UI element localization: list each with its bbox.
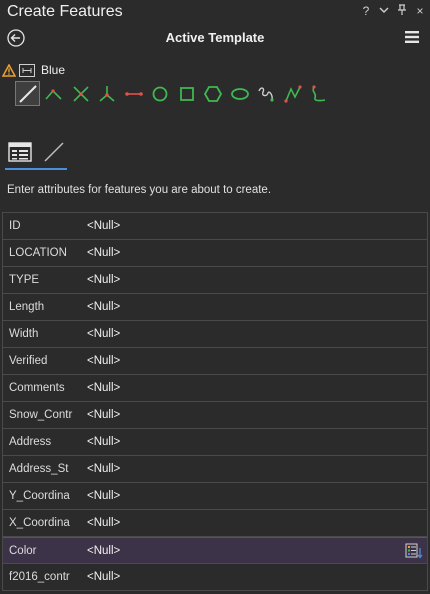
tool-endpoint-arc[interactable] — [95, 81, 120, 106]
domain-list-icon[interactable] — [405, 543, 423, 559]
table-row[interactable]: X_Coordina <Null> — [3, 510, 427, 537]
chevron-down-icon[interactable] — [378, 4, 390, 19]
tool-midpoint[interactable] — [68, 81, 93, 106]
field-value[interactable]: <Null> — [87, 328, 120, 340]
line-tool-icon — [18, 84, 37, 103]
field-value[interactable]: <Null> — [87, 301, 120, 313]
attributes-table-icon — [8, 142, 32, 162]
field-value[interactable]: <Null> — [87, 517, 120, 529]
field-name: Color — [9, 545, 37, 557]
construction-tools — [15, 81, 333, 107]
tab-attributes[interactable] — [5, 138, 35, 166]
table-row[interactable]: TYPE <Null> — [3, 267, 427, 294]
table-row[interactable]: ID <Null> — [3, 213, 427, 240]
tool-freehand[interactable] — [254, 81, 279, 106]
geometry-line-icon — [44, 142, 64, 162]
field-name: TYPE — [9, 274, 40, 286]
pin-icon[interactable] — [396, 4, 408, 19]
hamburger-menu-icon — [405, 31, 419, 43]
tool-stream[interactable] — [307, 81, 332, 106]
freehand-icon — [258, 86, 274, 102]
template-name: Blue — [41, 63, 66, 77]
field-name: Comments — [9, 382, 65, 394]
table-row[interactable]: Verified <Null> — [3, 348, 427, 375]
tool-line[interactable] — [15, 81, 40, 106]
menu-button[interactable] — [405, 30, 419, 44]
attribute-table: ID <Null> LOCATION <Null> TYPE <Null> Lengt… — [2, 212, 428, 591]
active-tab-indicator — [5, 168, 67, 170]
table-row[interactable]: Comments <Null> — [3, 375, 427, 402]
field-value[interactable]: <Null> — [87, 220, 120, 232]
field-value[interactable]: <Null> — [87, 247, 120, 259]
close-icon[interactable]: × — [414, 4, 426, 19]
rectangle-icon — [179, 86, 194, 101]
line-template-icon — [19, 63, 35, 77]
window-controls: ? × — [360, 4, 426, 19]
field-name: Length — [9, 301, 45, 313]
endpoint-arc-icon — [99, 85, 115, 102]
header-title: Active Template — [165, 30, 265, 45]
instructions-text: Enter attributes for features you are ab… — [7, 184, 272, 196]
tool-trace[interactable] — [280, 81, 305, 106]
midpoint-icon — [72, 85, 89, 102]
trace-icon — [283, 84, 302, 103]
tool-polygon[interactable] — [201, 81, 226, 106]
field-name: Verified — [9, 355, 48, 367]
field-value[interactable]: <Null> — [87, 355, 120, 367]
field-name: ID — [9, 220, 21, 232]
tool-circle[interactable] — [148, 81, 173, 106]
ellipse-icon — [230, 87, 249, 100]
field-value[interactable]: <Null> — [87, 436, 120, 448]
field-name: LOCATION — [9, 247, 67, 259]
table-row[interactable]: Address <Null> — [3, 429, 427, 456]
stream-icon — [312, 84, 326, 101]
table-row[interactable]: Width <Null> — [3, 321, 427, 348]
field-value[interactable]: <Null> — [87, 490, 120, 502]
field-name: Width — [9, 328, 39, 340]
tool-two-point[interactable] — [121, 81, 146, 106]
field-name: X_Coordina — [9, 517, 70, 529]
two-point-line-icon — [124, 91, 143, 96]
circle-icon — [152, 86, 168, 101]
field-name: f2016_contr — [9, 571, 70, 583]
polygon-icon — [203, 85, 223, 102]
field-value[interactable]: <Null> — [87, 545, 120, 557]
pane-header: Active Template — [0, 26, 430, 50]
table-row[interactable]: Y_Coordina <Null> — [3, 483, 427, 510]
table-row[interactable]: Length <Null> — [3, 294, 427, 321]
tool-rectangle[interactable] — [174, 81, 199, 106]
template-row[interactable]: Blue — [2, 61, 65, 79]
field-name: Address — [9, 436, 52, 448]
right-angle-line-icon — [45, 88, 62, 100]
table-row-selected[interactable]: Color <Null> — [3, 537, 427, 564]
table-row[interactable]: f2016_contr <Null> — [3, 564, 427, 591]
field-value[interactable]: <Null> — [87, 274, 120, 286]
tab-geometry[interactable] — [39, 138, 69, 166]
tool-ellipse[interactable] — [227, 81, 252, 106]
title-bar: Create Features ? × — [0, 0, 430, 26]
table-row[interactable]: Snow_Contr <Null> — [3, 402, 427, 429]
warning-icon — [2, 63, 16, 77]
field-value[interactable]: <Null> — [87, 382, 120, 394]
field-value[interactable]: <Null> — [87, 463, 120, 475]
help-icon[interactable]: ? — [360, 4, 372, 19]
panel-title: Create Features — [7, 3, 123, 20]
tool-right-angle[interactable] — [42, 81, 67, 106]
field-name: Address_St — [9, 463, 69, 475]
field-name: Snow_Contr — [9, 409, 73, 421]
field-name: Y_Coordina — [9, 490, 70, 502]
table-row[interactable]: LOCATION <Null> — [3, 240, 427, 267]
table-row[interactable]: Address_St <Null> — [3, 456, 427, 483]
field-value[interactable]: <Null> — [87, 571, 120, 583]
field-value[interactable]: <Null> — [87, 409, 120, 421]
